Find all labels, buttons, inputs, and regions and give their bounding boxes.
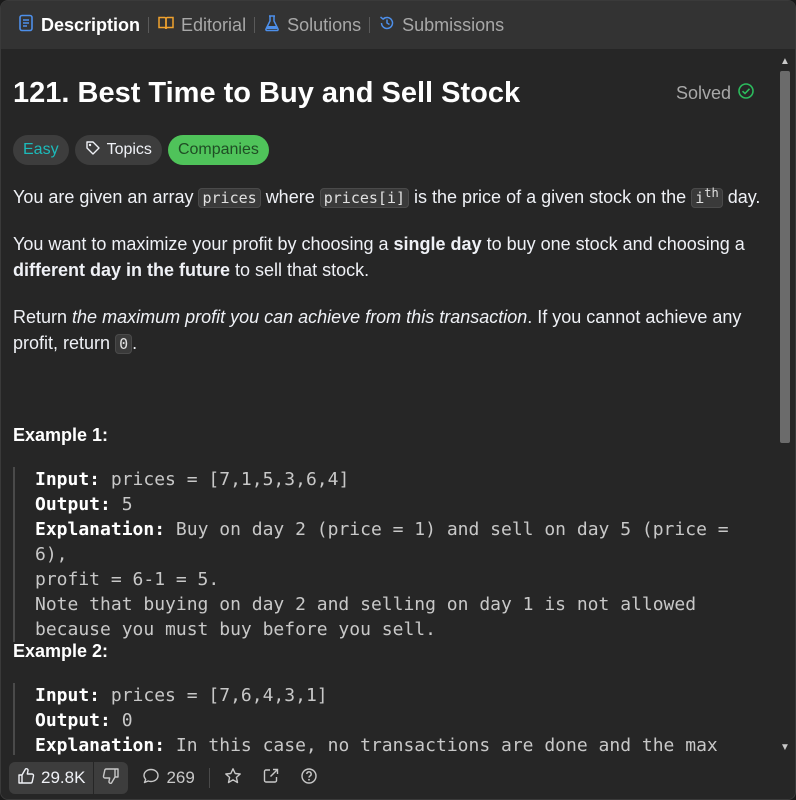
difficulty-badge[interactable]: Easy	[13, 135, 69, 165]
share-button[interactable]	[256, 762, 286, 794]
superscript: th	[704, 186, 719, 200]
tab-submissions[interactable]: Submissions	[370, 1, 512, 49]
example-2-title: Example 2:	[13, 641, 109, 661]
inline-code: 0	[115, 334, 133, 354]
explanation-label: Explanation:	[35, 735, 166, 755]
tag-pills: Easy Topics Companies	[13, 135, 269, 165]
tab-description[interactable]: Description	[9, 1, 148, 49]
explanation-text: In this case, no transactions are done a…	[175, 735, 718, 755]
text: is the price of a given stock on the	[414, 187, 687, 207]
topics-button[interactable]: Topics	[74, 135, 162, 165]
text: You want to maximize your profit by choo…	[13, 234, 389, 254]
vertical-scrollbar[interactable]: ▲ ▼	[777, 53, 793, 755]
explanation-label: Explanation:	[35, 519, 166, 540]
text: Return	[13, 307, 68, 327]
thumbs-down-icon	[102, 767, 120, 790]
text: You are given an array	[13, 187, 194, 207]
like-count: 29.8K	[41, 768, 86, 787]
output-label: Output:	[35, 710, 111, 731]
comment-icon	[142, 767, 160, 790]
example-explanation-line: Explanation: Buy on day 2 (price = 1) an…	[35, 517, 763, 567]
help-button[interactable]	[294, 762, 324, 794]
example-1-title: Example 1:	[13, 425, 109, 445]
question-circle-icon	[300, 767, 318, 790]
description-paragraph-1: You are given an array prices where pric…	[13, 184, 763, 211]
input-label: Input:	[35, 469, 101, 490]
toolbar-divider	[208, 768, 210, 788]
text: to buy one stock and choosing a	[486, 234, 745, 254]
tab-editorial[interactable]: Editorial	[149, 1, 254, 49]
vote-group: 29.8K	[9, 762, 129, 794]
inline-code: ith	[691, 186, 723, 208]
tab-label: Solutions	[287, 14, 362, 35]
scroll-up-arrow-icon[interactable]: ▲	[777, 53, 793, 69]
example-input-line: Input: prices = [7,1,5,3,6,4]	[35, 467, 763, 492]
example-explanation-line: Explanation: In this case, no transactio…	[35, 733, 763, 755]
description-paragraph-2: You want to maximize your profit by choo…	[13, 231, 763, 283]
external-link-icon	[262, 767, 280, 790]
example-2-block: Input: prices = [7,6,4,3,1] Output: 0 Ex…	[13, 683, 763, 755]
italic-text: the maximum profit you can achieve from …	[72, 307, 528, 327]
tab-bar: Description Editorial Solutions Submissi…	[1, 1, 795, 49]
description-icon	[17, 14, 35, 37]
output-value: 5	[121, 494, 133, 515]
favorite-button[interactable]	[218, 762, 248, 794]
input-label: Input:	[35, 685, 101, 706]
flask-icon	[263, 14, 281, 37]
output-label: Output:	[35, 494, 111, 515]
text: .	[132, 333, 138, 353]
input-value: prices = [7,1,5,3,6,4]	[110, 469, 350, 490]
text: day.	[727, 187, 761, 207]
check-circle-icon	[737, 82, 755, 105]
solved-status: Solved	[676, 82, 755, 105]
problem-panel: Description Editorial Solutions Submissi…	[0, 0, 796, 800]
thumbs-up-icon	[17, 767, 35, 790]
output-value: 0	[121, 710, 133, 731]
bottom-toolbar: 29.8K 269	[1, 755, 795, 799]
inline-code: prices[i]	[319, 188, 410, 208]
input-value: prices = [7,6,4,3,1]	[110, 685, 328, 706]
example-input-line: Input: prices = [7,6,4,3,1]	[35, 683, 763, 708]
bold-text: different day in the future	[13, 260, 231, 280]
example-explanation-line: because you must buy before you sell.	[35, 619, 436, 640]
title-row: 121. Best Time to Buy and Sell Stock Sol…	[13, 77, 755, 110]
text: where	[265, 187, 315, 207]
comment-count: 269	[166, 768, 195, 787]
example-output-line: Output: 5	[35, 492, 763, 517]
book-icon	[157, 14, 175, 37]
tab-solutions[interactable]: Solutions	[255, 1, 369, 49]
example-explanation-line: profit = 6-1 = 5.	[35, 569, 220, 590]
tag-icon	[85, 140, 101, 161]
topics-label: Topics	[106, 141, 152, 158]
star-icon	[224, 767, 242, 790]
scroll-down-arrow-icon[interactable]: ▼	[777, 739, 793, 755]
tab-label: Editorial	[181, 14, 247, 35]
companies-button[interactable]: Companies	[167, 135, 269, 165]
bold-text: single day	[393, 234, 482, 254]
tab-label: Description	[41, 14, 141, 35]
description-content: 121. Best Time to Buy and Sell Stock Sol…	[1, 49, 775, 755]
description-paragraph-3: Return the maximum profit you can achiev…	[13, 304, 763, 357]
solved-label: Solved	[675, 83, 731, 103]
tab-label: Submissions	[402, 14, 505, 35]
like-button[interactable]: 29.8K	[9, 762, 93, 794]
inline-code: prices	[198, 188, 261, 208]
code-text: i	[695, 189, 705, 207]
comments-button[interactable]: 269	[136, 762, 200, 794]
example-output-line: Output: 0	[35, 708, 763, 733]
text: to sell that stock.	[235, 260, 370, 280]
scroll-thumb[interactable]	[780, 71, 790, 443]
example-1-block: Input: prices = [7,1,5,3,6,4] Output: 5 …	[13, 467, 763, 642]
history-icon	[378, 14, 396, 37]
example-explanation-line: Note that buying on day 2 and selling on…	[35, 594, 697, 615]
dislike-button[interactable]	[94, 762, 128, 794]
problem-title[interactable]: 121. Best Time to Buy and Sell Stock	[13, 77, 520, 110]
